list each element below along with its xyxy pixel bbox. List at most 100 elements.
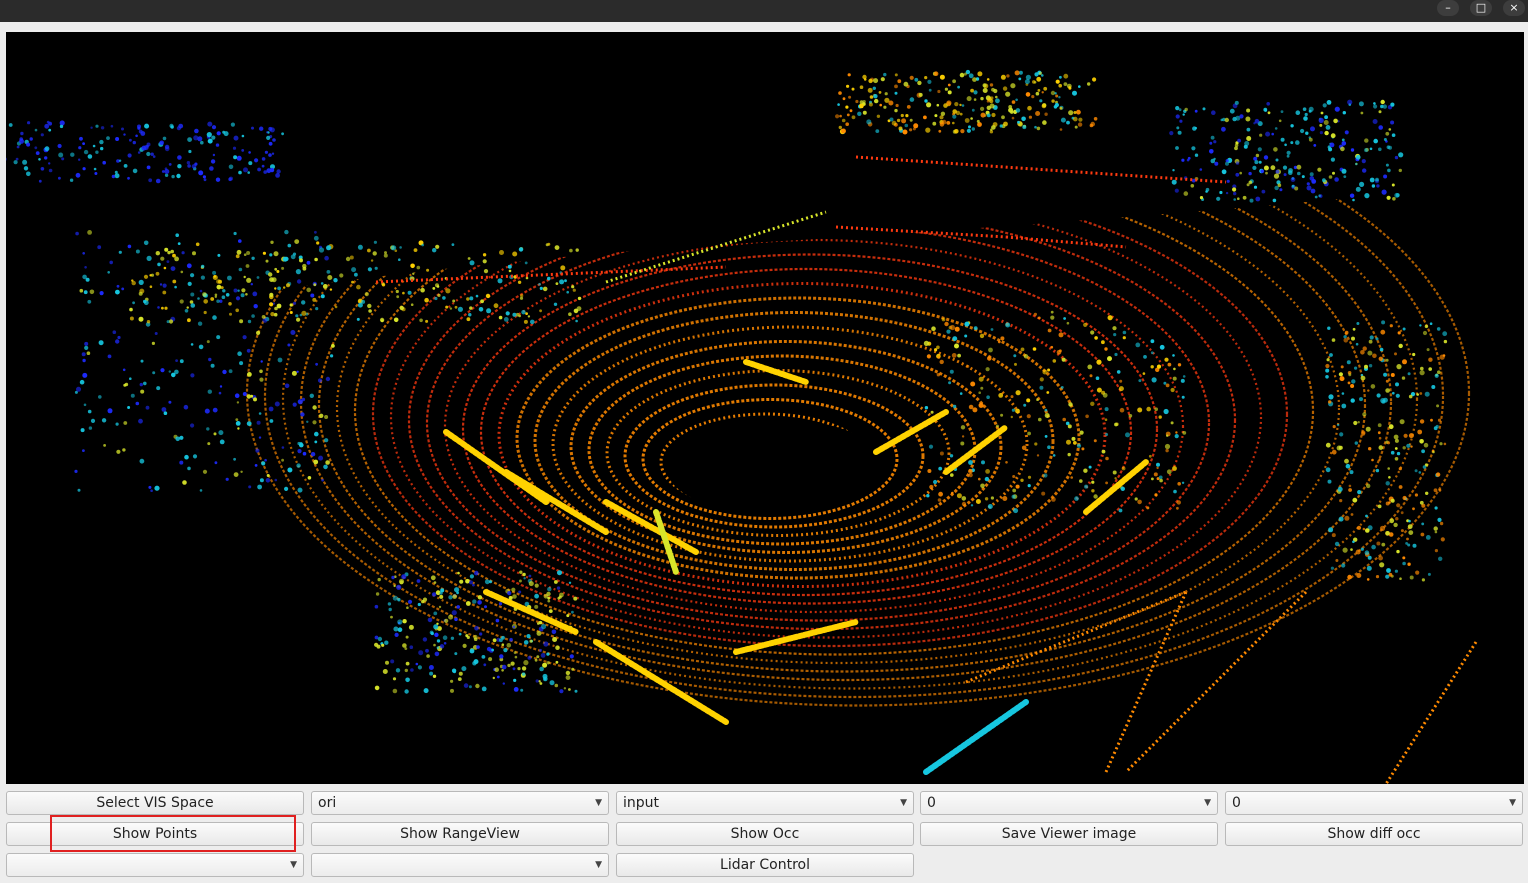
lidar-point <box>1180 378 1185 383</box>
lidar-point <box>245 293 248 296</box>
lidar-point <box>1026 398 1031 403</box>
lidar-point <box>247 171 250 174</box>
lidar-point <box>951 491 954 495</box>
lidar-point <box>323 464 328 470</box>
lidar-point <box>1366 483 1371 489</box>
lidar-point <box>1104 347 1108 351</box>
lidar-point <box>461 666 467 672</box>
lidar-point <box>246 348 251 353</box>
lidar-point <box>289 311 293 314</box>
lidar-point <box>1396 503 1401 508</box>
lidar-point <box>951 353 957 358</box>
lidar-point <box>48 168 53 173</box>
lidar-point <box>1000 74 1006 80</box>
lidar-point <box>398 258 401 261</box>
lidar-point <box>1360 111 1364 115</box>
lidar-point <box>178 123 184 129</box>
lidar-point <box>135 134 138 138</box>
lidar-point <box>450 688 454 693</box>
lidar-control-button[interactable]: Lidar Control <box>616 853 914 877</box>
lidar-point <box>1279 188 1283 192</box>
lidar-point <box>109 260 113 265</box>
lidar-point <box>914 77 919 82</box>
lidar-point <box>228 302 232 306</box>
lidar-point <box>80 428 85 433</box>
lidar-point <box>955 110 961 116</box>
point-cloud-viewer[interactable] <box>6 32 1524 784</box>
lidar-point <box>100 126 105 130</box>
lidar-point <box>129 316 134 321</box>
lidar-point <box>1216 196 1221 201</box>
show-diff-occ-button[interactable]: Show diff occ <box>1225 822 1523 846</box>
lidar-point <box>135 401 140 406</box>
lidar-point <box>473 637 478 641</box>
minimize-icon[interactable]: – <box>1437 0 1459 16</box>
lidar-point <box>1210 135 1215 140</box>
save-viewer-image-button[interactable]: Save Viewer image <box>920 822 1218 846</box>
index-a-combo[interactable]: 0 ▼ <box>920 791 1218 815</box>
lidar-point <box>1014 70 1020 76</box>
lidar-point <box>207 389 212 394</box>
lidar-point <box>1395 517 1399 521</box>
lidar-point <box>1348 373 1352 377</box>
lidar-point <box>419 318 423 323</box>
lidar-point <box>276 303 282 309</box>
lidar-point <box>508 269 512 273</box>
lidar-point <box>212 270 217 275</box>
lidar-point <box>286 283 290 288</box>
empty-combo-b[interactable]: ▼ <box>311 853 609 877</box>
lidar-point <box>492 638 497 643</box>
lidar-point <box>1154 407 1158 412</box>
lidar-point <box>266 474 270 477</box>
lidar-point <box>1355 162 1358 166</box>
lidar-point <box>1074 125 1078 129</box>
lidar-point <box>1344 330 1349 335</box>
lidar-point <box>207 121 213 127</box>
lidar-point <box>1002 86 1008 91</box>
lidar-point <box>324 255 329 261</box>
lidar-point <box>985 367 990 372</box>
lidar-point <box>1137 499 1142 505</box>
lidar-point <box>1408 394 1413 399</box>
maximize-icon[interactable]: □ <box>1470 0 1492 16</box>
lidar-point <box>315 362 318 366</box>
lidar-point <box>1408 433 1414 439</box>
lidar-point <box>212 275 218 280</box>
lidar-point <box>954 129 959 134</box>
lidar-point <box>513 651 517 655</box>
lidar-point <box>482 259 487 264</box>
mode-combo[interactable]: ori ▼ <box>311 791 609 815</box>
lidar-point <box>1175 146 1179 150</box>
empty-combo-a[interactable]: ▼ <box>6 853 304 877</box>
lidar-point <box>1422 330 1428 336</box>
close-icon[interactable]: × <box>1503 0 1525 16</box>
lidar-point <box>258 436 262 439</box>
index-b-combo[interactable]: 0 ▼ <box>1225 791 1523 815</box>
lidar-point <box>1392 391 1395 395</box>
lidar-point <box>499 654 504 659</box>
lidar-point <box>1150 365 1154 369</box>
lidar-point <box>316 241 320 245</box>
select-vis-space-button[interactable]: Select VIS Space <box>6 791 304 815</box>
lidar-point <box>959 72 965 78</box>
lidar-point <box>537 622 540 625</box>
lidar-point <box>883 72 887 77</box>
show-rangeview-button[interactable]: Show RangeView <box>311 822 609 846</box>
lidar-point <box>1027 484 1031 488</box>
lidar-point <box>95 150 99 154</box>
lidar-point <box>423 688 429 694</box>
lidar-point <box>521 666 527 671</box>
lidar-point <box>107 271 110 274</box>
lidar-point <box>1412 507 1415 511</box>
lidar-point <box>1252 165 1257 170</box>
lidar-point <box>966 365 970 368</box>
lidar-point <box>458 671 463 676</box>
show-occ-button[interactable]: Show Occ <box>616 822 914 846</box>
lidar-point <box>873 94 878 99</box>
source-combo[interactable]: input ▼ <box>616 791 914 815</box>
show-points-button[interactable]: Show Points <box>6 822 304 846</box>
lidar-point <box>115 422 119 426</box>
lidar-point <box>129 377 132 381</box>
lidar-point <box>1255 196 1261 202</box>
lidar-point <box>927 79 932 84</box>
